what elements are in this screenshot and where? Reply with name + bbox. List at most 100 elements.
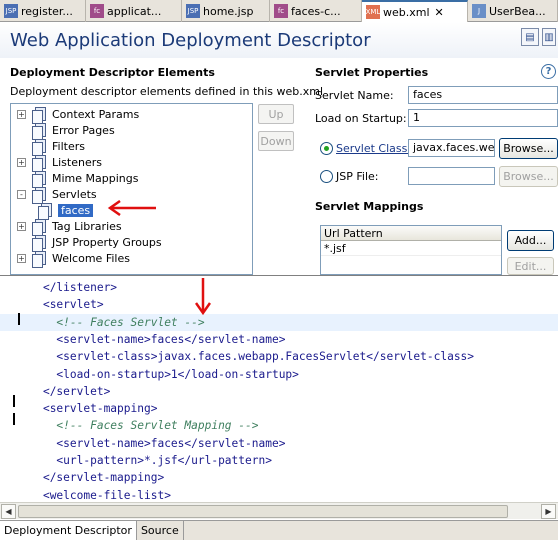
tree-item[interactable]: + Tag Libraries [17,218,122,236]
elements-section-description: Deployment descriptor elements defined i… [10,85,324,98]
load-on-startup-field[interactable]: 1 [408,109,558,127]
xml-markup: <load-on-startup>1</load-on-startup> [56,367,299,381]
xml-markup: <url-pattern>*.jsf</url-pattern> [56,454,272,467]
expand-icon[interactable]: + [17,253,26,263]
descriptor-element-icon [32,170,46,188]
scrollbar-thumb[interactable] [18,505,508,518]
tree-item[interactable]: Mime Mappings [17,170,138,188]
descriptor-element-icon [32,186,46,204]
xml-comment: <!-- Faces Servlet --> [56,315,205,329]
table-row[interactable]: *.jsf [321,241,501,256]
editor-tab[interactable]: fc applicat... [86,0,182,22]
code-line[interactable]: </listener> [0,279,558,296]
add-mapping-button[interactable]: Add... [507,230,554,251]
servlet-properties-title: Servlet Properties [315,66,429,79]
tree-item[interactable]: Error Pages [17,122,115,140]
xml-markup: <servlet-class>javax.faces.webapp.FacesS… [56,350,475,364]
tree-item-label: Filters [52,139,85,153]
annotation-arrow-down-icon [195,278,211,316]
tree-item-label: Error Pages [52,123,115,137]
elements-section-title: Deployment Descriptor Elements [10,66,215,79]
editor-tab[interactable]: XML web.xml ✕ [362,0,468,22]
code-line[interactable]: <servlet-name>faces</servlet-name> [0,331,558,348]
collapse-icon[interactable]: - [17,189,26,199]
servlet-class-link[interactable]: Servlet Class: [336,142,411,155]
editor-tab[interactable]: JSP home.jsp [182,0,270,22]
descriptor-element-icon [32,154,46,172]
code-line[interactable]: <servlet> [0,296,558,313]
xml-markup: <welcome-file-list> [42,488,171,502]
servlet-class-radio[interactable] [320,142,333,155]
text-cursor [18,313,20,325]
descriptor-element-icon [32,250,46,268]
close-tab-icon[interactable]: ✕ [435,6,444,19]
up-button[interactable]: Up [258,104,294,124]
xml-markup: <servlet-name>faces</servlet-name> [56,332,286,346]
tree-item[interactable]: JSP Property Groups [17,234,162,252]
code-line[interactable]: <!-- Faces Servlet --> [0,313,558,331]
jsp-file-radio[interactable] [320,170,333,183]
outline-toggle-icon[interactable]: ▥ [542,28,556,46]
edit-mapping-button[interactable]: Edit... [507,257,554,275]
editor-tab[interactable]: J UserBea... [468,0,558,22]
tree-item[interactable]: - Servlets [17,186,97,204]
editor-tab[interactable]: JSP register... [0,0,86,22]
tree-item[interactable]: Filters [17,138,85,156]
scroll-right-icon[interactable]: ▶ [541,504,556,519]
tree-item[interactable]: + Welcome Files [17,250,130,268]
page-tab[interactable]: Source [137,521,184,540]
expand-icon[interactable]: + [17,221,26,231]
jsp-file-browse-button[interactable]: Browse... [499,166,558,187]
page-title: Web Application Deployment Descriptor [10,30,371,51]
code-line[interactable]: <load-on-startup>1</load-on-startup> [0,366,558,383]
tree-item[interactable]: faces [38,202,94,220]
code-line[interactable]: <url-pattern>*.jsf</url-pattern> [0,452,558,469]
elements-tree[interactable]: + Context Params Error Pages Filters + Listen… [10,103,253,275]
horizontal-scrollbar[interactable]: ◀ ▶ [0,502,558,519]
xml-markup: </servlet-mapping> [42,471,165,485]
url-pattern-column-header[interactable]: Url Pattern [321,226,501,241]
tree-item[interactable]: + Listeners [17,154,102,172]
code-line[interactable]: <!-- Faces Servlet Mapping --> [0,417,558,434]
tree-item[interactable]: + Context Params [17,106,139,124]
servlet-name-field[interactable]: faces [408,86,558,104]
tree-item-label: Tag Libraries [52,219,122,233]
layout-toggle-icon[interactable]: ▤ [521,28,539,46]
editor-tab[interactable]: fc faces-c... [270,0,362,22]
tree-item-label: Welcome Files [52,251,130,265]
editor-tab-bar: JSP register... fc applicat... JSP home.jsp fc… [0,0,558,22]
change-marker [13,395,15,407]
code-line[interactable]: </servlet> [0,383,558,400]
expand-icon[interactable]: + [17,157,26,167]
page-tab[interactable]: Deployment Descriptor [0,521,137,540]
servlet-mappings-table[interactable]: Url Pattern *.jsf [320,225,502,275]
servlet-class-browse-button[interactable]: Browse... [499,138,558,159]
expand-icon[interactable]: + [17,109,26,119]
scroll-left-icon[interactable]: ◀ [1,504,16,519]
xml-markup: <servlet> [42,298,104,312]
code-line[interactable]: <servlet-class>javax.faces.webapp.FacesS… [0,348,558,365]
jsp-file-field[interactable] [408,167,495,185]
servlet-class-field[interactable]: javax.faces.web [408,139,495,157]
editor-tab-label: applicat... [107,4,162,18]
help-icon[interactable]: ? [541,64,556,79]
descriptor-element-icon [32,122,46,140]
editor-tab-label: home.jsp [203,4,254,18]
down-button[interactable]: Down [258,131,294,151]
tree-item-label: Listeners [52,155,102,169]
code-line[interactable]: <servlet-name>faces</servlet-name> [0,435,558,452]
faces-config-icon: fc [274,4,288,18]
code-line[interactable]: </servlet-mapping> [0,469,558,486]
code-line[interactable]: <servlet-mapping> [0,400,558,417]
xml-source-editor[interactable]: </listener> <servlet> <!-- Faces Servlet… [0,275,558,521]
